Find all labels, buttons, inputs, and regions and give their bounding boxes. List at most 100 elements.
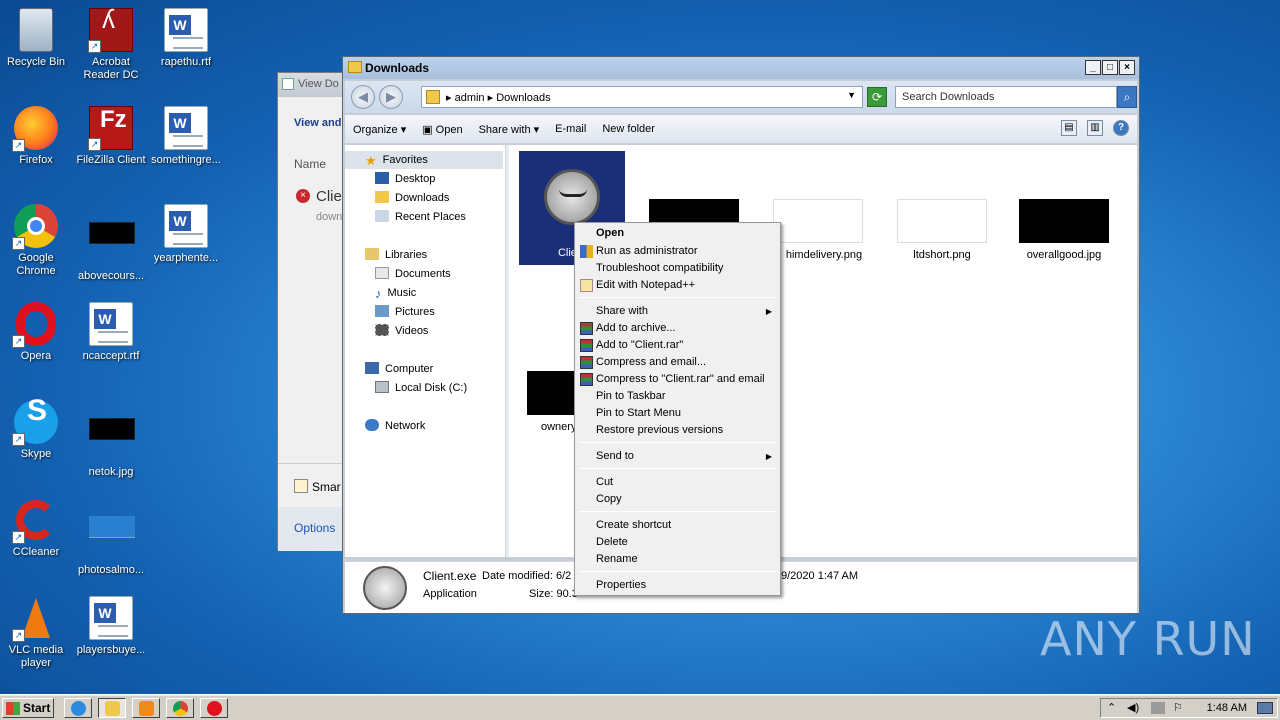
taskbar-explorer[interactable] (98, 698, 126, 718)
organize-button[interactable]: Organize ▾ (345, 123, 414, 136)
change-view-icon[interactable]: ▤ (1061, 120, 1077, 136)
close-button[interactable]: × (1119, 60, 1135, 75)
desktop-icon-acrobat[interactable]: ʎ ↗ Acrobat Reader DC (75, 6, 147, 82)
menu-send-to[interactable]: Send to ▶ (577, 448, 778, 465)
desktop-icon-rapethu[interactable]: W rapethu.rtf (150, 8, 222, 69)
desktop-icon-netok[interactable]: netok.jpg (75, 400, 147, 479)
nav-local-disk[interactable]: Local Disk (C:) (375, 379, 467, 397)
taskbar-media-player[interactable] (132, 698, 160, 718)
smartscreen-label[interactable]: Smar (312, 480, 341, 494)
nav-libraries[interactable]: Libraries (365, 246, 427, 264)
email-button[interactable]: E-mail (547, 123, 594, 135)
menu-pin-taskbar[interactable]: Pin to Taskbar (577, 388, 778, 405)
network-tray-icon[interactable] (1151, 702, 1165, 714)
start-button[interactable]: Start (2, 698, 54, 718)
desktop-icon-abovecours[interactable]: abovecours... (75, 204, 147, 283)
nav-favorites[interactable]: ★ Favorites (345, 151, 503, 169)
desktop-icon-skype[interactable]: S ↗ Skype (0, 396, 72, 461)
file-item-overallgood[interactable]: overallgood.jpg (1011, 199, 1117, 261)
pictures-icon (375, 305, 389, 317)
menu-compress-client-email[interactable]: Compress to "Client.rar" and email (577, 371, 778, 388)
taskbar-ie[interactable] (64, 698, 92, 718)
address-box[interactable]: ▸ admin ▸ Downloads ▼ (421, 86, 863, 108)
menu-create-shortcut[interactable]: Create shortcut (577, 517, 778, 534)
desktop-icon-filezilla[interactable]: Fz ↗ FileZilla Client (75, 106, 147, 167)
nav-pictures[interactable]: Pictures (375, 303, 435, 321)
menu-add-archive[interactable]: Add to archive... (577, 320, 778, 337)
nav-recent-places[interactable]: Recent Places (375, 208, 466, 226)
menu-run-as-admin[interactable]: Run as administrator (577, 243, 778, 260)
name-column-header[interactable]: Name (294, 157, 326, 171)
taskbar: Start ⌃ ◀) ⚐ 1:48 AM (0, 694, 1280, 720)
menu-restore-versions[interactable]: Restore previous versions (577, 422, 778, 439)
folder-icon (426, 90, 440, 104)
documents-icon (375, 267, 389, 279)
desktop-icon-ncaccept[interactable]: W ncaccept.rtf (75, 302, 147, 363)
nav-videos[interactable]: Videos (375, 322, 428, 340)
recent-places-icon (375, 210, 389, 222)
folder-icon (348, 61, 362, 73)
menu-cut[interactable]: Cut (577, 474, 778, 491)
maximize-button[interactable]: □ (1102, 60, 1118, 75)
minimize-button[interactable]: _ (1085, 60, 1101, 75)
details-type: Application (423, 588, 477, 600)
desktop-icon-yearphente[interactable]: W yearphente... (150, 204, 222, 265)
desktop-icon-vlc[interactable]: ↗ VLC media player (0, 596, 72, 670)
help-icon[interactable]: ? (1113, 120, 1129, 136)
download-item-name[interactable]: Clie (316, 188, 342, 205)
menu-properties[interactable]: Properties (577, 577, 778, 594)
command-bar: Organize ▾ ▣ Open Share with ▾ E-mail Ne… (345, 115, 1137, 143)
refresh-button[interactable]: ⟳ (867, 87, 887, 107)
desktop-icon-recycle-bin[interactable]: Recycle Bin (0, 8, 72, 69)
media-player-icon (139, 701, 154, 716)
nav-documents[interactable]: Documents (375, 265, 451, 283)
breadcrumb-admin[interactable]: admin (455, 92, 485, 104)
menu-copy[interactable]: Copy (577, 491, 778, 508)
address-dropdown-icon[interactable]: ▼ (847, 90, 856, 100)
network-icon (365, 419, 379, 431)
search-icon[interactable]: ⌕ (1117, 86, 1137, 108)
taskbar-chrome[interactable] (166, 698, 194, 718)
tray-expand-icon[interactable]: ⌃ (1107, 701, 1116, 714)
desktop-icon-photosalmo[interactable]: photosalmo... (75, 498, 147, 577)
nav-computer[interactable]: Computer (365, 360, 433, 378)
nav-desktop[interactable]: Desktop (375, 170, 435, 188)
breadcrumb-downloads[interactable]: Downloads (496, 92, 550, 104)
desktop-icon-somethingre[interactable]: W somethingre... (150, 106, 222, 167)
menu-pin-start[interactable]: Pin to Start Menu (577, 405, 778, 422)
preview-pane-icon[interactable]: ▥ (1087, 120, 1103, 136)
forward-button[interactable]: ▶ (379, 85, 403, 109)
menu-add-client-rar[interactable]: Add to "Client.rar" (577, 337, 778, 354)
desktop-icon-firefox[interactable]: ↗ Firefox (0, 106, 72, 167)
search-input[interactable]: Search Downloads (895, 86, 1117, 108)
new-folder-button[interactable]: New folder (594, 123, 663, 135)
menu-open[interactable]: Open (577, 225, 778, 242)
desktop-icon-opera[interactable]: ↗ Opera (0, 302, 72, 363)
menu-delete[interactable]: Delete (577, 534, 778, 551)
menu-rename[interactable]: Rename (577, 551, 778, 568)
nav-music[interactable]: ♪ Music (375, 284, 416, 302)
open-button[interactable]: ▣ Open (414, 123, 470, 136)
desktop-icon-ccleaner[interactable]: ↗ CCleaner (0, 498, 72, 559)
share-with-button[interactable]: Share with ▾ (471, 123, 548, 136)
menu-compress-email[interactable]: Compress and email... (577, 354, 778, 371)
error-icon: × (296, 189, 310, 203)
explorer-titlebar[interactable]: Downloads _ □ × (343, 57, 1139, 79)
address-bar-area: ◀ ▶ ▸ admin ▸ Downloads ▼ ⟳ Search Downl… (345, 81, 1137, 113)
menu-edit-notepad[interactable]: Edit with Notepad++ (577, 277, 778, 294)
show-desktop-icon[interactable] (1257, 702, 1273, 714)
nav-downloads[interactable]: Downloads (375, 189, 449, 207)
clock[interactable]: 1:48 AM (1207, 702, 1247, 714)
menu-share-with[interactable]: Share with ▶ (577, 303, 778, 320)
action-center-flag-icon[interactable]: ⚐ (1173, 701, 1183, 714)
menu-troubleshoot[interactable]: Troubleshoot compatibility (577, 260, 778, 277)
desktop-icon-playersbuye[interactable]: W playersbuye... (75, 596, 147, 657)
volume-icon[interactable]: ◀) (1127, 701, 1139, 714)
back-button[interactable]: ◀ (351, 85, 375, 109)
nav-network[interactable]: Network (365, 417, 425, 435)
file-item-ltdshort[interactable]: ltdshort.png (889, 199, 995, 261)
taskbar-opera[interactable] (200, 698, 228, 718)
desktop-icon-chrome[interactable]: ↗ Google Chrome (0, 204, 72, 278)
breadcrumb-sep-icon: ▸ (446, 92, 455, 104)
options-link[interactable]: Options (294, 521, 335, 535)
